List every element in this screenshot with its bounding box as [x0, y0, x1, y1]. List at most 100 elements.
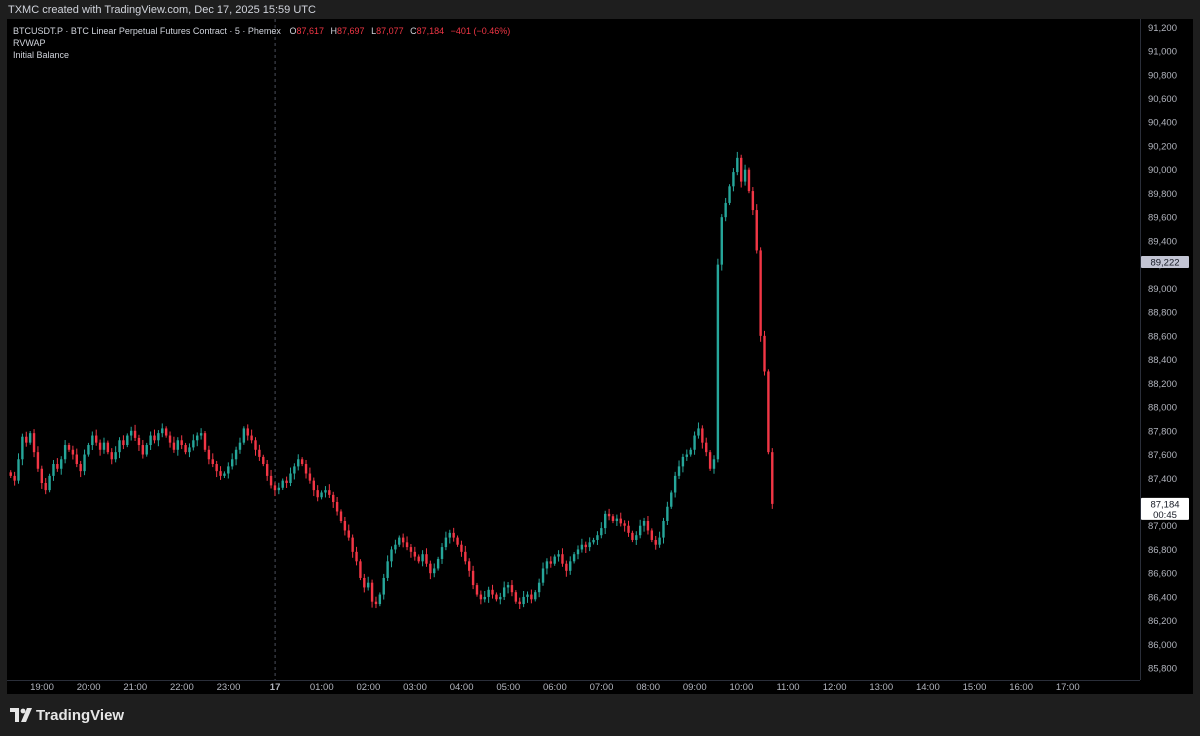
y-tick-label: 88,800: [1148, 308, 1177, 319]
candle-body: [491, 589, 494, 595]
candle-body: [421, 554, 424, 562]
candle-body: [666, 506, 669, 521]
y-tick-label: 89,000: [1148, 284, 1177, 295]
candle-body: [378, 594, 382, 605]
footer: TradingView: [0, 694, 1200, 736]
y-tick-label: 90,400: [1148, 118, 1177, 129]
candle-body: [541, 568, 545, 583]
y-tick-label: 87,400: [1148, 474, 1177, 485]
candle-body: [351, 537, 354, 552]
y-tick-label: 90,800: [1148, 70, 1177, 81]
candle-body: [359, 561, 362, 578]
y-tick-label: 89,400: [1148, 236, 1177, 247]
candle-body: [705, 442, 708, 453]
candle-body: [732, 172, 735, 187]
candle-body: [479, 594, 483, 600]
candle-body: [530, 594, 533, 600]
candle-body: [584, 544, 587, 548]
ohlc-row: BTCUSDT.P · BTC Linear Perpetual Futures…: [13, 25, 510, 37]
y-tick-label: 88,600: [1148, 331, 1177, 342]
candle-body: [398, 537, 401, 545]
indicator-initial-balance[interactable]: Initial Balance: [13, 49, 510, 61]
y-tick-label: 91,200: [1148, 23, 1177, 34]
candle-body: [230, 459, 234, 467]
candle-body: [215, 464, 218, 472]
candle-body: [553, 556, 556, 564]
candle-body: [670, 492, 673, 507]
candle-body: [126, 435, 129, 446]
y-tick-label: 90,000: [1148, 165, 1177, 176]
candle-body: [681, 456, 685, 467]
candle-body: [724, 202, 727, 218]
candle-body: [448, 532, 451, 538]
y-tick-label: 91,000: [1148, 47, 1177, 58]
change-value: −401 (−0.46%): [450, 26, 511, 36]
candle-body: [569, 561, 572, 571]
candle-body: [475, 585, 479, 595]
candle-body: [32, 433, 36, 453]
candle-body: [269, 475, 273, 486]
candle-body: [471, 570, 475, 586]
x-tick-label: 07:00: [590, 682, 614, 693]
candle-body: [409, 547, 413, 552]
candle-body: [122, 440, 125, 446]
candle-body: [417, 556, 420, 562]
candle-body: [502, 587, 506, 597]
x-tick-label: 16:00: [1009, 682, 1033, 693]
candle-body: [452, 532, 455, 538]
indicator-rvwap[interactable]: RVWAP: [13, 37, 510, 49]
candle-body: [638, 525, 642, 536]
candle-body: [588, 542, 591, 548]
candle-body: [145, 445, 148, 455]
candle-body: [708, 452, 712, 469]
candle-body: [28, 433, 32, 443]
x-tick-label: 14:00: [916, 682, 940, 693]
candle-body: [75, 454, 78, 465]
candle-body: [736, 157, 739, 173]
candle-body: [13, 475, 16, 481]
candle-body: [366, 582, 370, 588]
candle-body: [114, 452, 117, 460]
price-chart[interactable]: 85,800 86,000 86,200 86,400 86,600 86,800 87,0…: [7, 19, 1193, 694]
x-tick-label: 20:00: [77, 682, 101, 693]
candle-body: [285, 480, 288, 484]
candle-body: [650, 530, 654, 540]
candle-body: [56, 464, 59, 469]
candle-body: [693, 435, 696, 450]
attribution-bar: TXMC created with TradingView.com, Dec 1…: [0, 0, 1200, 20]
candle-body: [549, 561, 553, 564]
candle-body: [615, 518, 619, 521]
candle-body: [184, 445, 187, 453]
tradingview-logo[interactable]: TradingView: [10, 706, 124, 724]
candle-body: [460, 544, 463, 552]
candle-body: [343, 520, 347, 531]
candle-body: [44, 483, 47, 491]
candle-body: [604, 513, 607, 529]
candle-body: [258, 449, 261, 457]
chart-area[interactable]: 85,800 86,000 86,200 86,400 86,600 86,800 87,0…: [7, 19, 1193, 694]
y-tick-label: 90,600: [1148, 94, 1177, 105]
x-tick-label: 02:00: [356, 682, 380, 693]
candle-body: [149, 435, 152, 446]
candle-body: [176, 440, 180, 450]
candle-body: [339, 511, 343, 521]
candle-body: [300, 459, 304, 465]
candle-body: [250, 435, 253, 441]
candle-body: [537, 582, 541, 593]
candle-body: [71, 449, 75, 455]
symbol-description[interactable]: BTCUSDT.P · BTC Linear Perpetual Futures…: [13, 26, 281, 36]
candle-body: [771, 452, 774, 504]
open-value: 87,617: [296, 26, 324, 36]
candle-body: [755, 210, 758, 251]
low-value: 87,077: [376, 26, 404, 36]
candle-body: [67, 445, 71, 450]
candle-body: [646, 520, 650, 531]
attribution-text: TXMC created with TradingView.com, Dec 1…: [8, 4, 316, 16]
candle-body: [40, 468, 44, 484]
candle-body: [739, 157, 743, 182]
candle-body: [199, 433, 203, 436]
candle-body: [153, 435, 156, 441]
candle-body: [316, 490, 319, 498]
candle-body: [751, 191, 755, 211]
candle-body: [468, 561, 471, 571]
